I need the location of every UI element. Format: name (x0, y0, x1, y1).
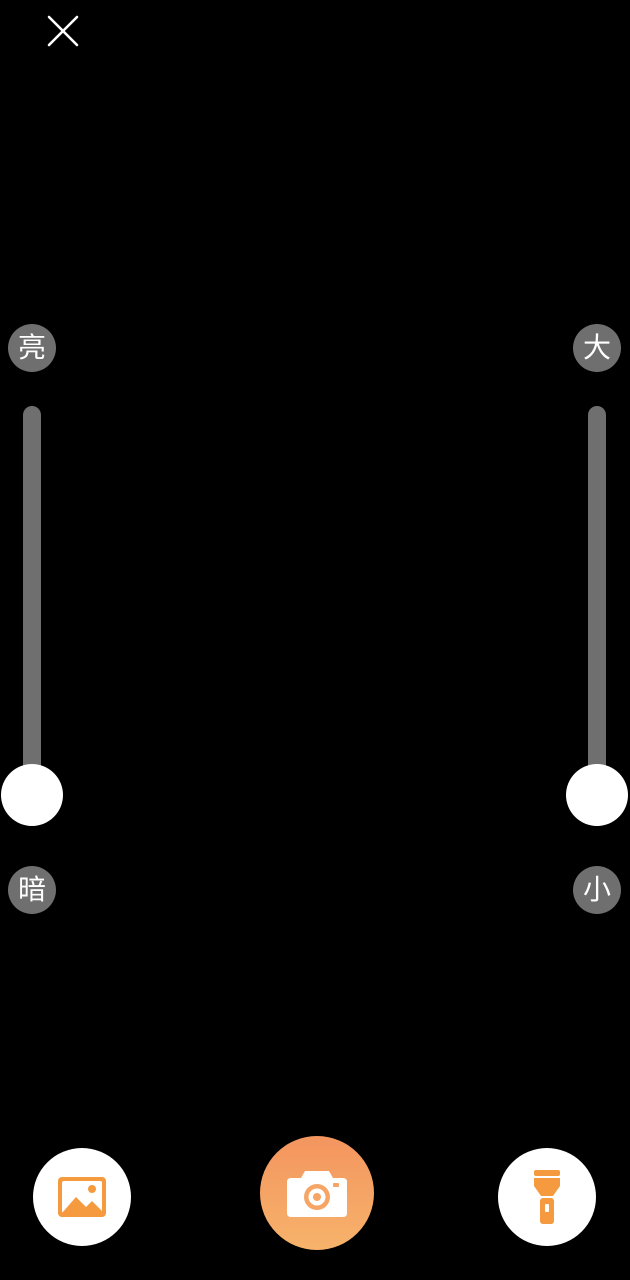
zoom-min-label: 小 (573, 866, 621, 914)
flashlight-icon (534, 1170, 560, 1224)
flashlight-button[interactable] (498, 1148, 596, 1246)
brightness-slider-track[interactable] (23, 406, 41, 826)
brightness-min-label: 暗 (8, 866, 56, 914)
capture-button[interactable] (260, 1136, 374, 1250)
zoom-max-label: 大 (573, 324, 621, 372)
camera-screen: 亮 暗 大 小 (0, 0, 630, 1280)
close-button[interactable] (38, 6, 88, 56)
close-icon (47, 15, 79, 47)
camera-icon (287, 1171, 347, 1217)
image-icon (58, 1177, 106, 1217)
brightness-max-label: 亮 (8, 324, 56, 372)
gallery-button[interactable] (33, 1148, 131, 1246)
zoom-slider-thumb[interactable] (566, 764, 628, 826)
brightness-slider-thumb[interactable] (1, 764, 63, 826)
zoom-slider-track[interactable] (588, 406, 606, 826)
